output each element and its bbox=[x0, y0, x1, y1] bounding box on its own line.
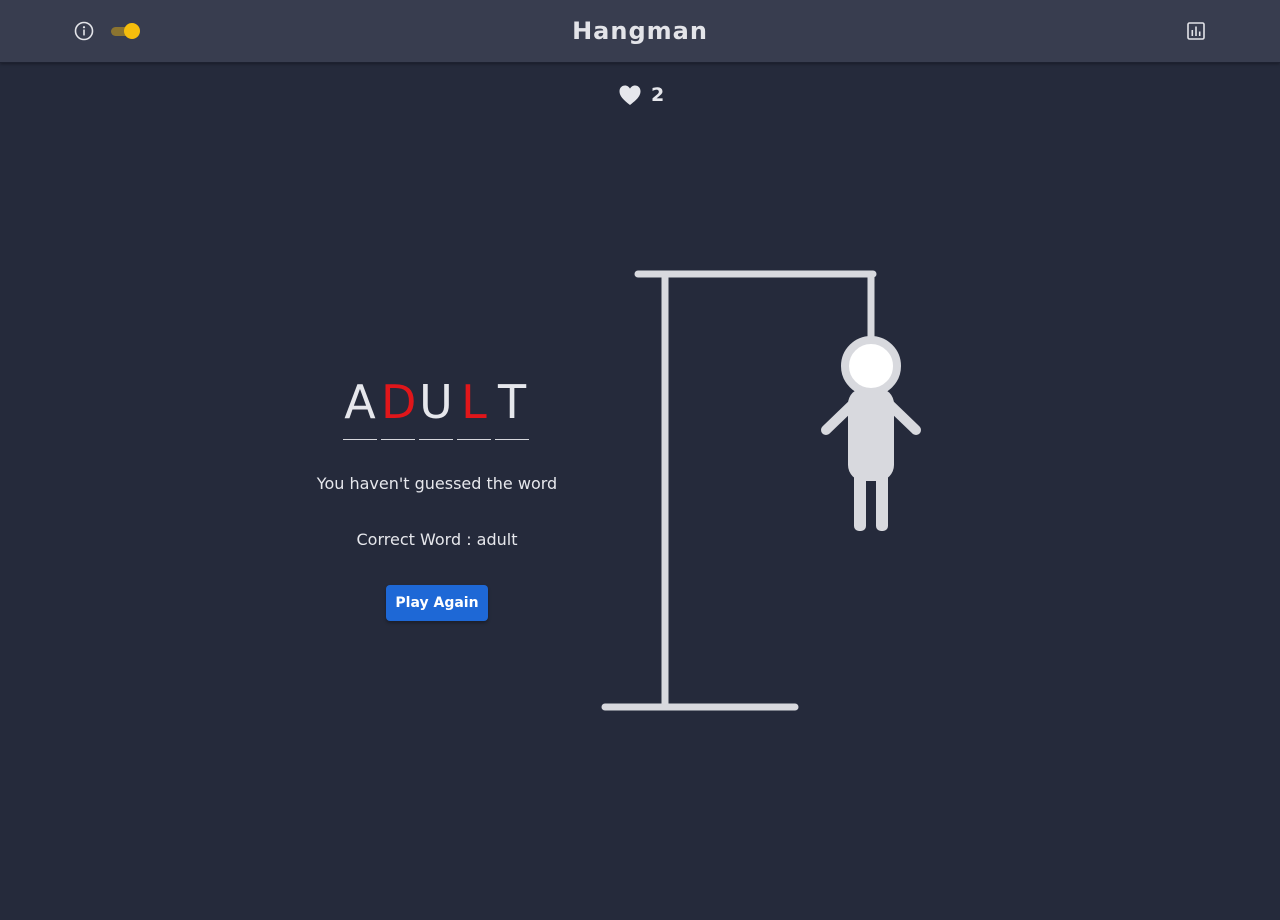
result-message: You haven't guessed the word bbox=[316, 474, 558, 493]
heart-icon bbox=[619, 85, 641, 105]
correct-word-text: Correct Word : adult bbox=[356, 530, 518, 549]
lives-counter: 2 bbox=[618, 82, 664, 108]
hangman-drawing bbox=[601, 270, 921, 711]
letter-underline bbox=[419, 439, 453, 440]
letter: A bbox=[344, 375, 376, 429]
letter-slot: L bbox=[457, 374, 491, 440]
letter: D bbox=[381, 375, 417, 429]
letter-slot: U bbox=[419, 374, 453, 440]
bar-chart-icon[interactable] bbox=[1185, 20, 1207, 42]
letter-underline bbox=[495, 439, 529, 440]
letter-underline bbox=[381, 439, 415, 440]
letter: U bbox=[419, 375, 453, 429]
letter-underline bbox=[343, 439, 377, 440]
play-again-button[interactable]: Play Again bbox=[386, 585, 488, 621]
hangman-right-leg bbox=[876, 472, 888, 531]
hangman-body bbox=[848, 388, 894, 481]
app-title: Hangman bbox=[572, 17, 708, 45]
letter-slot: D bbox=[381, 374, 417, 440]
gallows-frame bbox=[601, 270, 877, 711]
hangman-figure bbox=[821, 336, 921, 531]
hangman-left-leg bbox=[854, 472, 866, 531]
app-header: Hangman bbox=[0, 0, 1280, 63]
letter-slot: A bbox=[343, 374, 377, 440]
letter: L bbox=[461, 375, 487, 429]
letter-slot: T bbox=[495, 374, 529, 440]
word-display: A D U L T bbox=[343, 374, 529, 440]
lives-count: 2 bbox=[651, 84, 665, 106]
letter: T bbox=[497, 375, 527, 429]
hangman-head bbox=[841, 336, 901, 396]
letter-underline bbox=[457, 439, 491, 440]
